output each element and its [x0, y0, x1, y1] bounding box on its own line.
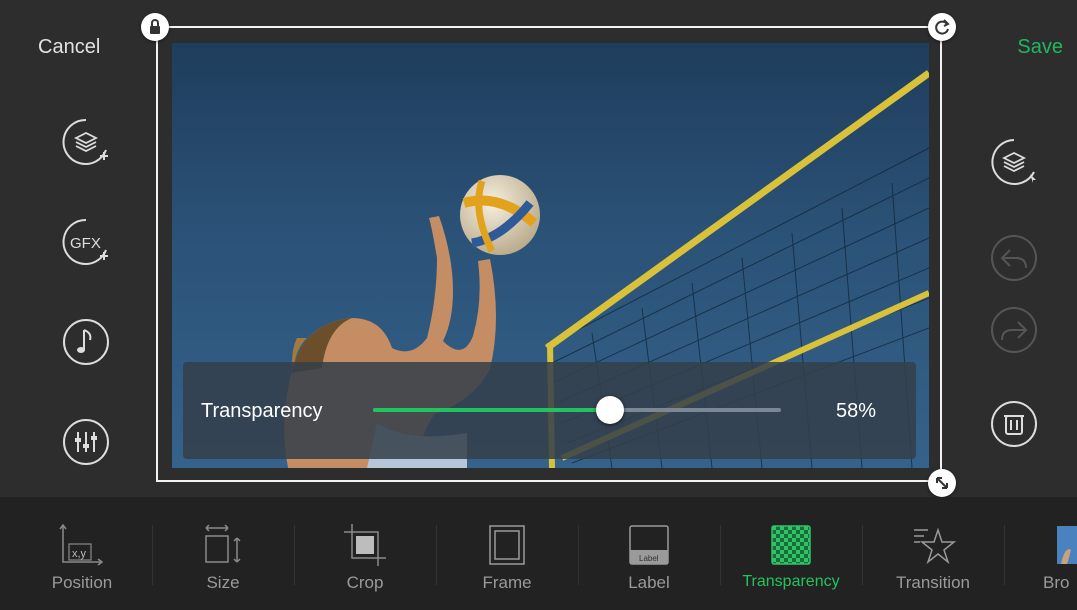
crop-icon	[341, 521, 389, 569]
size-icon	[199, 521, 247, 569]
tool-label: Bro	[1043, 573, 1070, 592]
tool-transparency[interactable]: Transparency	[721, 497, 861, 610]
transparency-value: 58%	[836, 400, 877, 422]
tool-label: Transition	[895, 573, 970, 592]
tool-transition[interactable]: Transition	[863, 497, 1003, 610]
rotate-icon	[935, 19, 950, 35]
tool-browse[interactable]: Bro	[1005, 497, 1077, 610]
tool-label: Transparency	[742, 573, 840, 590]
browse-icon	[1053, 521, 1077, 569]
add-gfx-icon: GFX	[62, 218, 108, 265]
transition-icon	[909, 521, 957, 569]
add-layer-button[interactable]	[61, 117, 111, 167]
tool-size[interactable]: Size	[153, 497, 293, 610]
save-button[interactable]: Save	[1017, 36, 1063, 59]
tool-frame[interactable]: Frame	[437, 497, 577, 610]
resize-handle[interactable]	[928, 469, 956, 497]
transparency-icon	[767, 521, 815, 569]
tool-label: Crop	[346, 573, 384, 592]
music-note-icon	[63, 319, 109, 365]
resize-arrows-icon	[936, 477, 948, 489]
cancel-button[interactable]: Cancel	[38, 36, 100, 59]
tool-label: Label	[628, 573, 670, 592]
gfx-text: GFX	[70, 235, 101, 252]
add-layer-icon	[62, 118, 108, 165]
tool-label: Size	[206, 573, 240, 592]
tool-label-item[interactable]: Label Label	[579, 497, 719, 610]
audio-mixer-button[interactable]	[61, 417, 111, 467]
transparency-label: Transparency	[201, 400, 323, 422]
label-icon-text: Label	[639, 554, 659, 563]
undo-button[interactable]	[989, 233, 1039, 283]
frame-icon	[483, 521, 531, 569]
position-icon: x,y	[58, 521, 106, 569]
tool-crop[interactable]: Crop	[295, 497, 435, 610]
rotate-handle[interactable]	[928, 13, 956, 41]
add-music-button[interactable]	[61, 317, 111, 367]
equalizer-icon	[63, 419, 109, 465]
tool-label: Position	[51, 573, 113, 592]
add-gfx-button[interactable]: GFX	[61, 217, 111, 267]
redo-icon	[991, 307, 1037, 353]
redo-button[interactable]	[989, 305, 1039, 355]
delete-button[interactable]	[989, 399, 1039, 449]
slider-fill	[373, 408, 610, 412]
select-layer-icon	[991, 139, 1036, 185]
undo-icon	[991, 235, 1037, 281]
transparency-panel: Transparency 58%	[183, 362, 916, 459]
delete-icon	[991, 401, 1037, 447]
tool-label: Frame	[482, 573, 532, 592]
slider-thumb[interactable]	[595, 396, 624, 424]
tool-position[interactable]: x,y Position	[12, 497, 152, 610]
lock-icon	[150, 19, 160, 34]
lock-handle[interactable]	[141, 13, 169, 41]
label-icon: Label	[625, 521, 673, 569]
transparency-slider[interactable]	[373, 396, 781, 424]
position-icon-text: x,y	[72, 548, 87, 560]
bottom-toolbar: x,y Position Size Crop Frame Label Label…	[0, 497, 1077, 610]
select-layer-button[interactable]	[989, 137, 1039, 187]
